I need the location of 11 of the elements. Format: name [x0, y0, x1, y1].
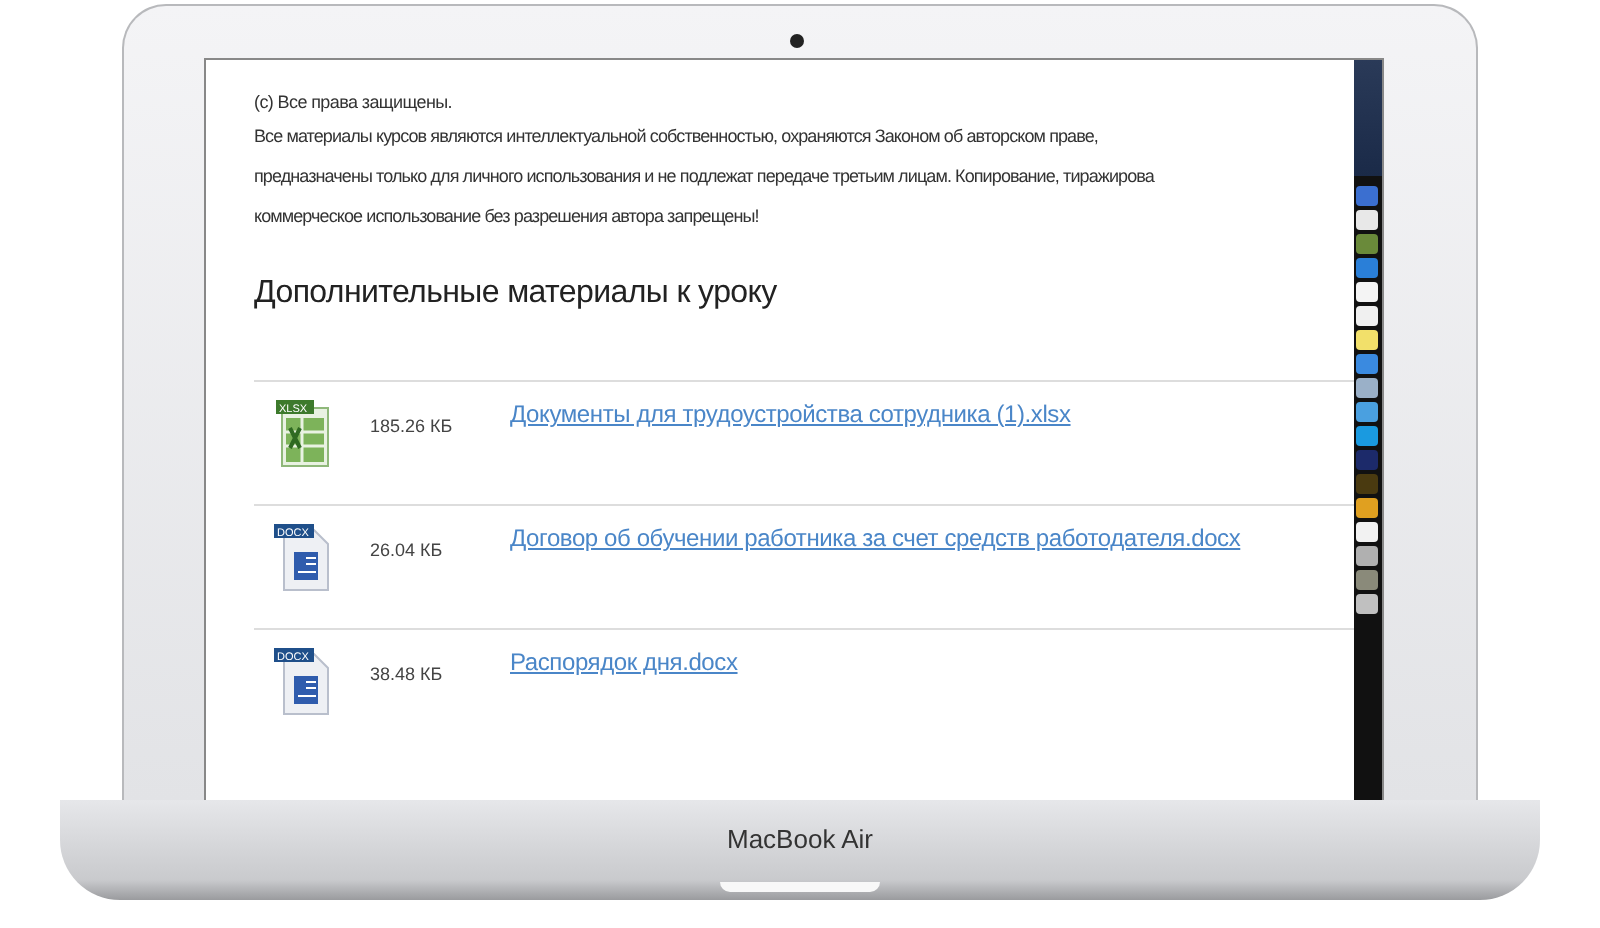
file-size: 185.26 КБ: [370, 416, 455, 436]
camera-icon: [790, 34, 804, 48]
laptop-label: MacBook Air: [727, 824, 873, 856]
section-title: Дополнительные материалы к уроку: [254, 276, 779, 312]
file-link[interactable]: Распорядок дня.docx: [510, 648, 738, 676]
file-size: 38.48 КБ: [370, 664, 445, 684]
file-link[interactable]: Договор об обучении работника за счет средств работодателя.docx: [510, 524, 1241, 552]
file-link[interactable]: Документы для трудоустройства сотрудника (1).xlsx: [510, 400, 1071, 428]
copyright-title: (c) Все права защищены.: [254, 90, 454, 116]
copyright-text: Все материалы курсов являются интеллектуальной собственностью, охраняются Законом об авторском праве, предназначены только для личного использования и не подлежат передаче третьим лицам. Копирование, тиражирова коммерческое использование без разрешения автора запрещены!: [254, 124, 1157, 230]
file-size: 26.04 КБ: [370, 540, 445, 560]
